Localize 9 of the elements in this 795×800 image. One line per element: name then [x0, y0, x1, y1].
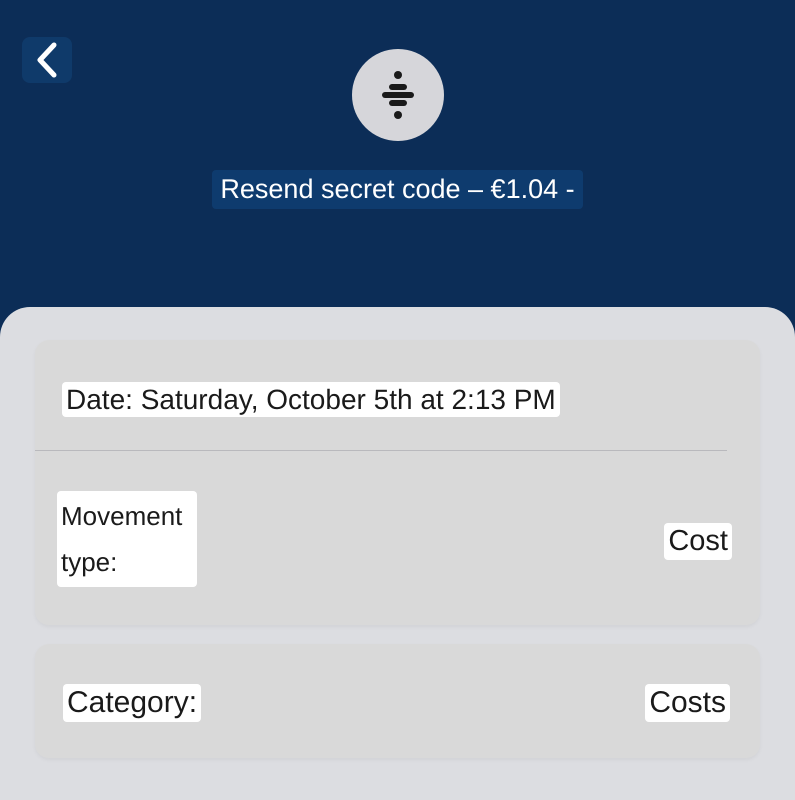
transaction-title: Resend secret code – €1.04 - [212, 170, 583, 209]
movement-type-value: Cost [664, 522, 732, 560]
movement-type-label: Movement type: [57, 491, 197, 587]
back-button[interactable] [22, 37, 72, 83]
back-icon [36, 42, 58, 78]
date-text: Date: Saturday, October 5th at 2:13 PM [62, 382, 560, 417]
category-label: Category: [63, 684, 202, 722]
category-value: Costs [645, 684, 730, 722]
divide-icon [382, 71, 414, 119]
